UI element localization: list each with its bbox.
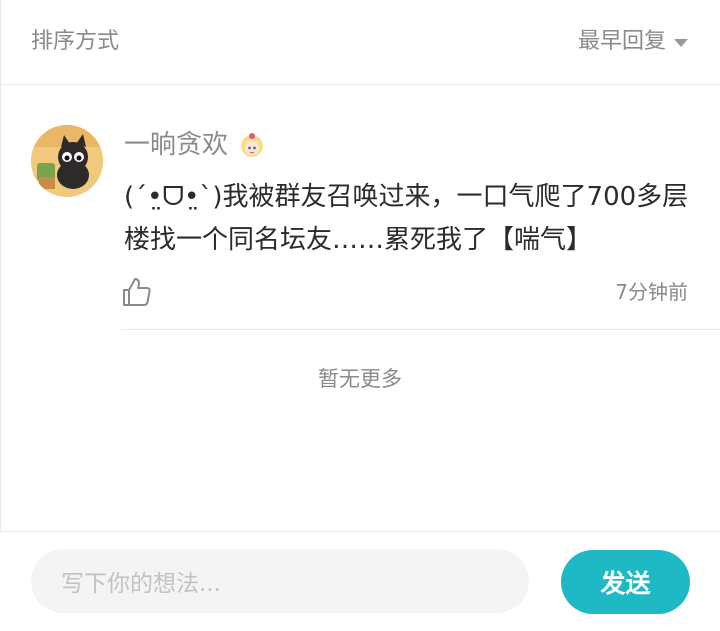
comment-item: 一晌贪欢 (ˊ•̤ᗜ•̤ˋ)我被群友召唤过来，一口气爬了700多层楼找一个同名坛… [0,84,720,330]
sort-label: 排序方式 [31,29,120,54]
sort-dropdown[interactable]: 最早回复 [578,27,688,57]
comment-divider [121,329,720,330]
send-button[interactable]: 发送 [561,550,690,614]
like-button[interactable] [121,276,153,308]
caret-down-icon[interactable] [674,39,688,47]
anime-girl-badge-icon [238,130,266,160]
username-row: 一晌贪欢 [124,128,266,162]
avatar[interactable] [31,125,103,197]
username[interactable]: 一晌贪欢 [124,128,228,162]
comment-time: 7分钟前 [615,280,688,304]
comment-text: (ˊ•̤ᗜ•̤ˋ)我被群友召唤过来，一口气爬了700多层楼找一个同名坛友……累死… [124,182,689,255]
black-cat-avatar-icon [31,125,103,197]
no-more-text: 暂无更多 [318,367,402,391]
reply-input[interactable]: 写下你的想法... [31,549,529,613]
sort-dropdown-value[interactable]: 最早回复 [578,27,666,57]
sort-bar: 排序方式 最早回复 [0,0,720,85]
thumbs-up-icon[interactable] [121,276,153,308]
reply-bar: 写下你的想法... 发送 [0,531,720,631]
